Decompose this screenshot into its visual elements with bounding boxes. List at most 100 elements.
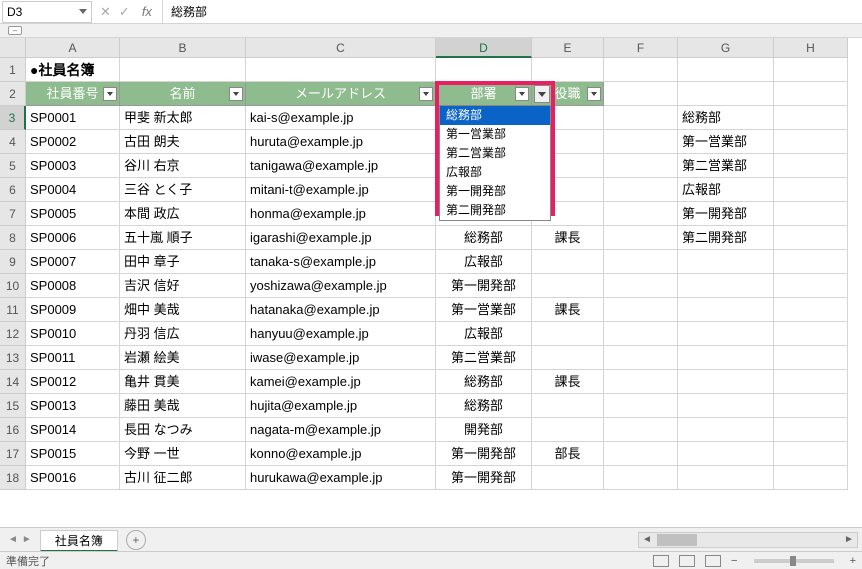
cell[interactable] (246, 58, 436, 82)
col-header-E[interactable]: E (532, 38, 604, 58)
cell-name[interactable]: 長田 なつみ (120, 418, 246, 442)
cell-name[interactable]: 古田 朗夫 (120, 130, 246, 154)
cell-email[interactable]: yoshizawa@example.jp (246, 274, 436, 298)
cell[interactable] (604, 226, 678, 250)
cell-id[interactable]: SP0015 (26, 442, 120, 466)
cell[interactable] (532, 58, 604, 82)
row-header-7[interactable]: 7 (0, 202, 26, 226)
sheet-tab-active[interactable]: 社員名簿 (40, 530, 118, 552)
cell[interactable] (774, 202, 848, 226)
cell[interactable] (604, 154, 678, 178)
cancel-icon[interactable]: ✕ (100, 4, 111, 20)
cell-name[interactable]: 畑中 美哉 (120, 298, 246, 322)
row-header-14[interactable]: 14 (0, 370, 26, 394)
cell[interactable] (604, 82, 678, 106)
cell-role[interactable] (532, 322, 604, 346)
cell[interactable] (678, 82, 774, 106)
horizontal-scrollbar[interactable]: ◄ ► (638, 532, 858, 548)
cell[interactable] (774, 274, 848, 298)
cell-id[interactable]: SP0007 (26, 250, 120, 274)
row-header-2[interactable]: 2 (0, 82, 26, 106)
dropdown-option[interactable]: 第二開発部 (440, 201, 550, 220)
filter-button-dept[interactable] (515, 87, 529, 101)
row-header-18[interactable]: 18 (0, 466, 26, 490)
filter-button-id[interactable] (103, 87, 117, 101)
col-header-F[interactable]: F (604, 38, 678, 58)
row-header-17[interactable]: 17 (0, 442, 26, 466)
cell[interactable] (774, 298, 848, 322)
cell-id[interactable]: SP0008 (26, 274, 120, 298)
cell-role[interactable]: 課長 (532, 226, 604, 250)
cell-extra[interactable] (678, 250, 774, 274)
cell-id[interactable]: SP0006 (26, 226, 120, 250)
cell[interactable] (604, 346, 678, 370)
cell[interactable] (604, 250, 678, 274)
col-header-C[interactable]: C (246, 38, 436, 58)
cell-id[interactable]: SP0013 (26, 394, 120, 418)
cell-extra[interactable] (678, 346, 774, 370)
row-header-8[interactable]: 8 (0, 226, 26, 250)
page-title[interactable]: ●社員名簿 (26, 58, 120, 82)
zoom-slider[interactable] (754, 559, 834, 563)
cell-name[interactable]: 岩瀬 絵美 (120, 346, 246, 370)
select-all-corner[interactable] (0, 38, 26, 58)
cell-email[interactable]: kamei@example.jp (246, 370, 436, 394)
cell[interactable] (604, 322, 678, 346)
cell-role[interactable] (532, 418, 604, 442)
cell-extra[interactable]: 第二営業部 (678, 154, 774, 178)
cell-email[interactable]: mitani-t@example.jp (246, 178, 436, 202)
cell-name[interactable]: 吉沢 信好 (120, 274, 246, 298)
cell-email[interactable]: igarashi@example.jp (246, 226, 436, 250)
cell[interactable] (774, 82, 848, 106)
cell-extra[interactable] (678, 370, 774, 394)
row-header-12[interactable]: 12 (0, 322, 26, 346)
normal-view-icon[interactable] (653, 555, 669, 567)
cell-extra[interactable] (678, 442, 774, 466)
accept-icon[interactable]: ✓ (119, 4, 130, 20)
cell-dept[interactable]: 第一営業部 (436, 298, 532, 322)
cell-name[interactable]: 三谷 とく子 (120, 178, 246, 202)
cell[interactable] (604, 466, 678, 490)
cell-dept[interactable]: 第二営業部 (436, 346, 532, 370)
table-header-email[interactable]: メールアドレス (246, 82, 436, 106)
cell-extra[interactable]: 第二開発部 (678, 226, 774, 250)
cell-name[interactable]: 田中 章子 (120, 250, 246, 274)
cell-extra[interactable] (678, 466, 774, 490)
fx-icon[interactable]: fx (138, 4, 156, 19)
cell-email[interactable]: nagata-m@example.jp (246, 418, 436, 442)
cell-dept[interactable]: 総務部 (436, 226, 532, 250)
cell-name[interactable]: 甲斐 新太郎 (120, 106, 246, 130)
cell[interactable] (604, 130, 678, 154)
cell-role[interactable]: 課長 (532, 298, 604, 322)
col-header-A[interactable]: A (26, 38, 120, 58)
cell-id[interactable]: SP0011 (26, 346, 120, 370)
tab-nav-next-icon[interactable]: ► (22, 534, 32, 545)
cell[interactable] (774, 130, 848, 154)
row-header-11[interactable]: 11 (0, 298, 26, 322)
cell-dept[interactable]: 開発部 (436, 418, 532, 442)
cell-extra[interactable]: 第一営業部 (678, 130, 774, 154)
cell-name[interactable]: 亀井 貫美 (120, 370, 246, 394)
cell-dropdown-button[interactable] (534, 85, 550, 103)
filter-button-role[interactable] (587, 87, 601, 101)
cell[interactable] (774, 418, 848, 442)
dropdown-option[interactable]: 総務部 (440, 106, 550, 125)
cell-role[interactable]: 課長 (532, 370, 604, 394)
cell[interactable] (604, 298, 678, 322)
cell[interactable] (604, 178, 678, 202)
cell-dept[interactable]: 第一開発部 (436, 442, 532, 466)
formula-input[interactable]: 総務部 (162, 0, 862, 23)
col-header-D[interactable]: D (436, 38, 532, 58)
scroll-left-icon[interactable]: ◄ (639, 534, 655, 545)
cell-id[interactable]: SP0001 (26, 106, 120, 130)
cell-id[interactable]: SP0012 (26, 370, 120, 394)
cell-dept[interactable]: 第一開発部 (436, 466, 532, 490)
dropdown-option[interactable]: 広報部 (440, 163, 550, 182)
cell-role[interactable] (532, 250, 604, 274)
cell[interactable] (774, 106, 848, 130)
cell[interactable] (774, 178, 848, 202)
cell-email[interactable]: hatanaka@example.jp (246, 298, 436, 322)
table-header-name[interactable]: 名前 (120, 82, 246, 106)
cell[interactable] (774, 58, 848, 82)
col-header-H[interactable]: H (774, 38, 848, 58)
